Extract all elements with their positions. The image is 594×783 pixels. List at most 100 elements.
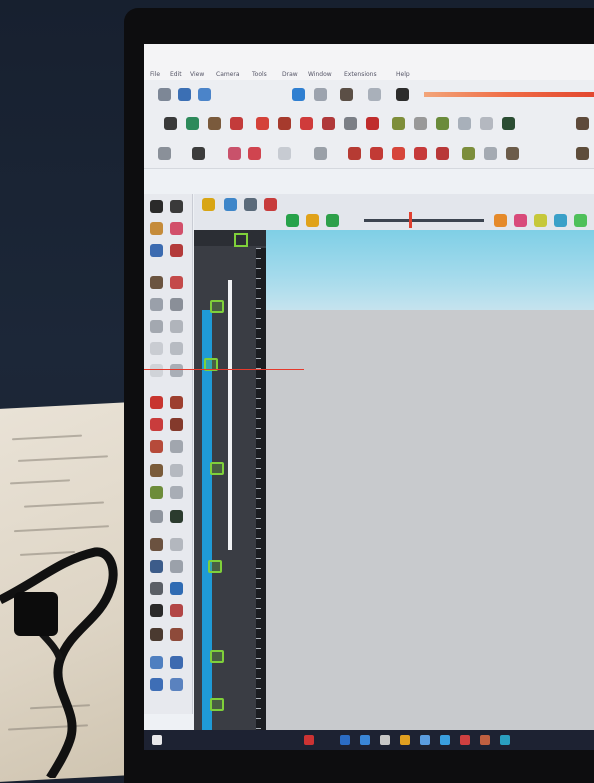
- label-icon[interactable]: [484, 147, 497, 160]
- info-icon[interactable]: [368, 88, 381, 101]
- taskbar-app-icon[interactable]: [440, 735, 450, 745]
- pencil-icon[interactable]: [228, 147, 241, 160]
- menu-item-window[interactable]: Window: [308, 71, 332, 78]
- orbit-icon[interactable]: [502, 117, 515, 130]
- circle-icon[interactable]: [150, 320, 163, 333]
- shape-icon[interactable]: [278, 147, 291, 160]
- move-icon[interactable]: [256, 117, 269, 130]
- group-icon[interactable]: [150, 244, 163, 257]
- walk2-icon[interactable]: [150, 656, 163, 669]
- scale-tool-icon[interactable]: [150, 440, 163, 453]
- arc-tool-icon[interactable]: [150, 342, 163, 355]
- menu-item-camera[interactable]: Camera: [216, 71, 240, 78]
- polygon-icon[interactable]: [170, 320, 183, 333]
- taskbar-app-icon[interactable]: [500, 735, 510, 745]
- look-icon[interactable]: [506, 147, 519, 160]
- tape-icon[interactable]: [392, 117, 405, 130]
- eraser-icon[interactable]: [186, 117, 199, 130]
- pan-icon[interactable]: [170, 538, 183, 551]
- rotate-tool-icon[interactable]: [150, 418, 163, 431]
- keyframe-toggle-icon[interactable]: [234, 233, 248, 247]
- section-icon[interactable]: [170, 628, 183, 641]
- move-tool-icon[interactable]: [150, 396, 163, 409]
- rotate-2-icon[interactable]: [392, 147, 405, 160]
- zoom-tool-icon[interactable]: [150, 560, 163, 573]
- rotate-icon[interactable]: [300, 117, 313, 130]
- scale-icon[interactable]: [322, 117, 335, 130]
- push-pull-icon[interactable]: [278, 117, 291, 130]
- protractor-tool-icon[interactable]: [150, 486, 163, 499]
- text-icon[interactable]: [458, 117, 471, 130]
- 3d-viewport[interactable]: [266, 230, 594, 750]
- orbit-tool-icon[interactable]: [150, 538, 163, 551]
- position-icon[interactable]: [576, 147, 589, 160]
- menu-item-draw[interactable]: Draw: [282, 71, 298, 78]
- shaded-icon[interactable]: [150, 678, 163, 691]
- slider-handle[interactable]: [409, 212, 412, 228]
- 3d-text-icon[interactable]: [170, 510, 183, 523]
- move-2-icon[interactable]: [348, 147, 361, 160]
- flip-icon[interactable]: [436, 147, 449, 160]
- palette-icon[interactable]: [534, 214, 547, 227]
- render-icon[interactable]: [574, 214, 587, 227]
- taskbar-app-icon[interactable]: [304, 735, 314, 745]
- paint-tool-icon[interactable]: [150, 222, 163, 235]
- pushpull-2-icon[interactable]: [370, 147, 383, 160]
- layer-icon[interactable]: [314, 147, 327, 160]
- timeline-slider[interactable]: [364, 219, 484, 222]
- component-tool-icon[interactable]: [170, 244, 183, 257]
- walk-tool-icon[interactable]: [150, 628, 163, 641]
- line-tool-icon[interactable]: [150, 276, 163, 289]
- xray-icon[interactable]: [170, 656, 183, 669]
- stop-icon[interactable]: [326, 214, 339, 227]
- key-icon[interactable]: [494, 214, 507, 227]
- open-icon[interactable]: [198, 88, 211, 101]
- arc-icon[interactable]: [248, 147, 261, 160]
- zoom-extents-icon[interactable]: [150, 582, 163, 595]
- offset-icon[interactable]: [344, 117, 357, 130]
- protractor-icon[interactable]: [436, 117, 449, 130]
- layout-icon[interactable]: [224, 198, 237, 211]
- taskbar-app-icon[interactable]: [460, 735, 470, 745]
- position-camera-icon[interactable]: [150, 604, 163, 617]
- measure-icon[interactable]: [462, 147, 475, 160]
- menu-item-view[interactable]: View: [190, 71, 204, 78]
- menu-item-extensions[interactable]: Extensions: [344, 71, 377, 78]
- menu-item-tools[interactable]: Tools: [252, 71, 267, 78]
- start-icon[interactable]: [152, 735, 162, 745]
- taskbar-app-icon[interactable]: [400, 735, 410, 745]
- paint-bucket-icon[interactable]: [366, 117, 379, 130]
- play-icon[interactable]: [286, 214, 299, 227]
- zoom-window-icon[interactable]: [170, 560, 183, 573]
- follow-me-icon[interactable]: [170, 418, 183, 431]
- menu-item-file[interactable]: File: [150, 71, 160, 78]
- bucket-icon[interactable]: [208, 117, 221, 130]
- wireframe-icon[interactable]: [170, 678, 183, 691]
- freehand-icon[interactable]: [170, 276, 183, 289]
- arc2-icon[interactable]: [150, 364, 163, 377]
- pie-icon[interactable]: [170, 342, 183, 355]
- line-icon[interactable]: [230, 117, 243, 130]
- tool-icon[interactable]: [244, 198, 257, 211]
- rect-icon[interactable]: [150, 298, 163, 311]
- arc3-icon[interactable]: [170, 364, 183, 377]
- settings-gear-icon[interactable]: [202, 198, 215, 211]
- text-tool-icon[interactable]: [170, 486, 183, 499]
- hand-icon[interactable]: [170, 200, 183, 213]
- keyframe-marker[interactable]: [210, 300, 224, 313]
- look-around-icon[interactable]: [170, 604, 183, 617]
- component-icon[interactable]: [396, 88, 409, 101]
- paint-icon[interactable]: [340, 88, 353, 101]
- color-icon[interactable]: [514, 214, 527, 227]
- keyframe-marker[interactable]: [210, 650, 224, 663]
- rotated-rect-icon[interactable]: [170, 298, 183, 311]
- keyframe-marker[interactable]: [208, 560, 222, 573]
- red-tool-icon[interactable]: [264, 198, 277, 211]
- axes-tool-icon[interactable]: [150, 510, 163, 523]
- redo-icon[interactable]: [314, 88, 327, 101]
- undo-icon[interactable]: [292, 88, 305, 101]
- select-icon[interactable]: [158, 88, 171, 101]
- taskbar-app-icon[interactable]: [380, 735, 390, 745]
- keyframe-marker[interactable]: [210, 698, 224, 711]
- save-icon[interactable]: [178, 88, 191, 101]
